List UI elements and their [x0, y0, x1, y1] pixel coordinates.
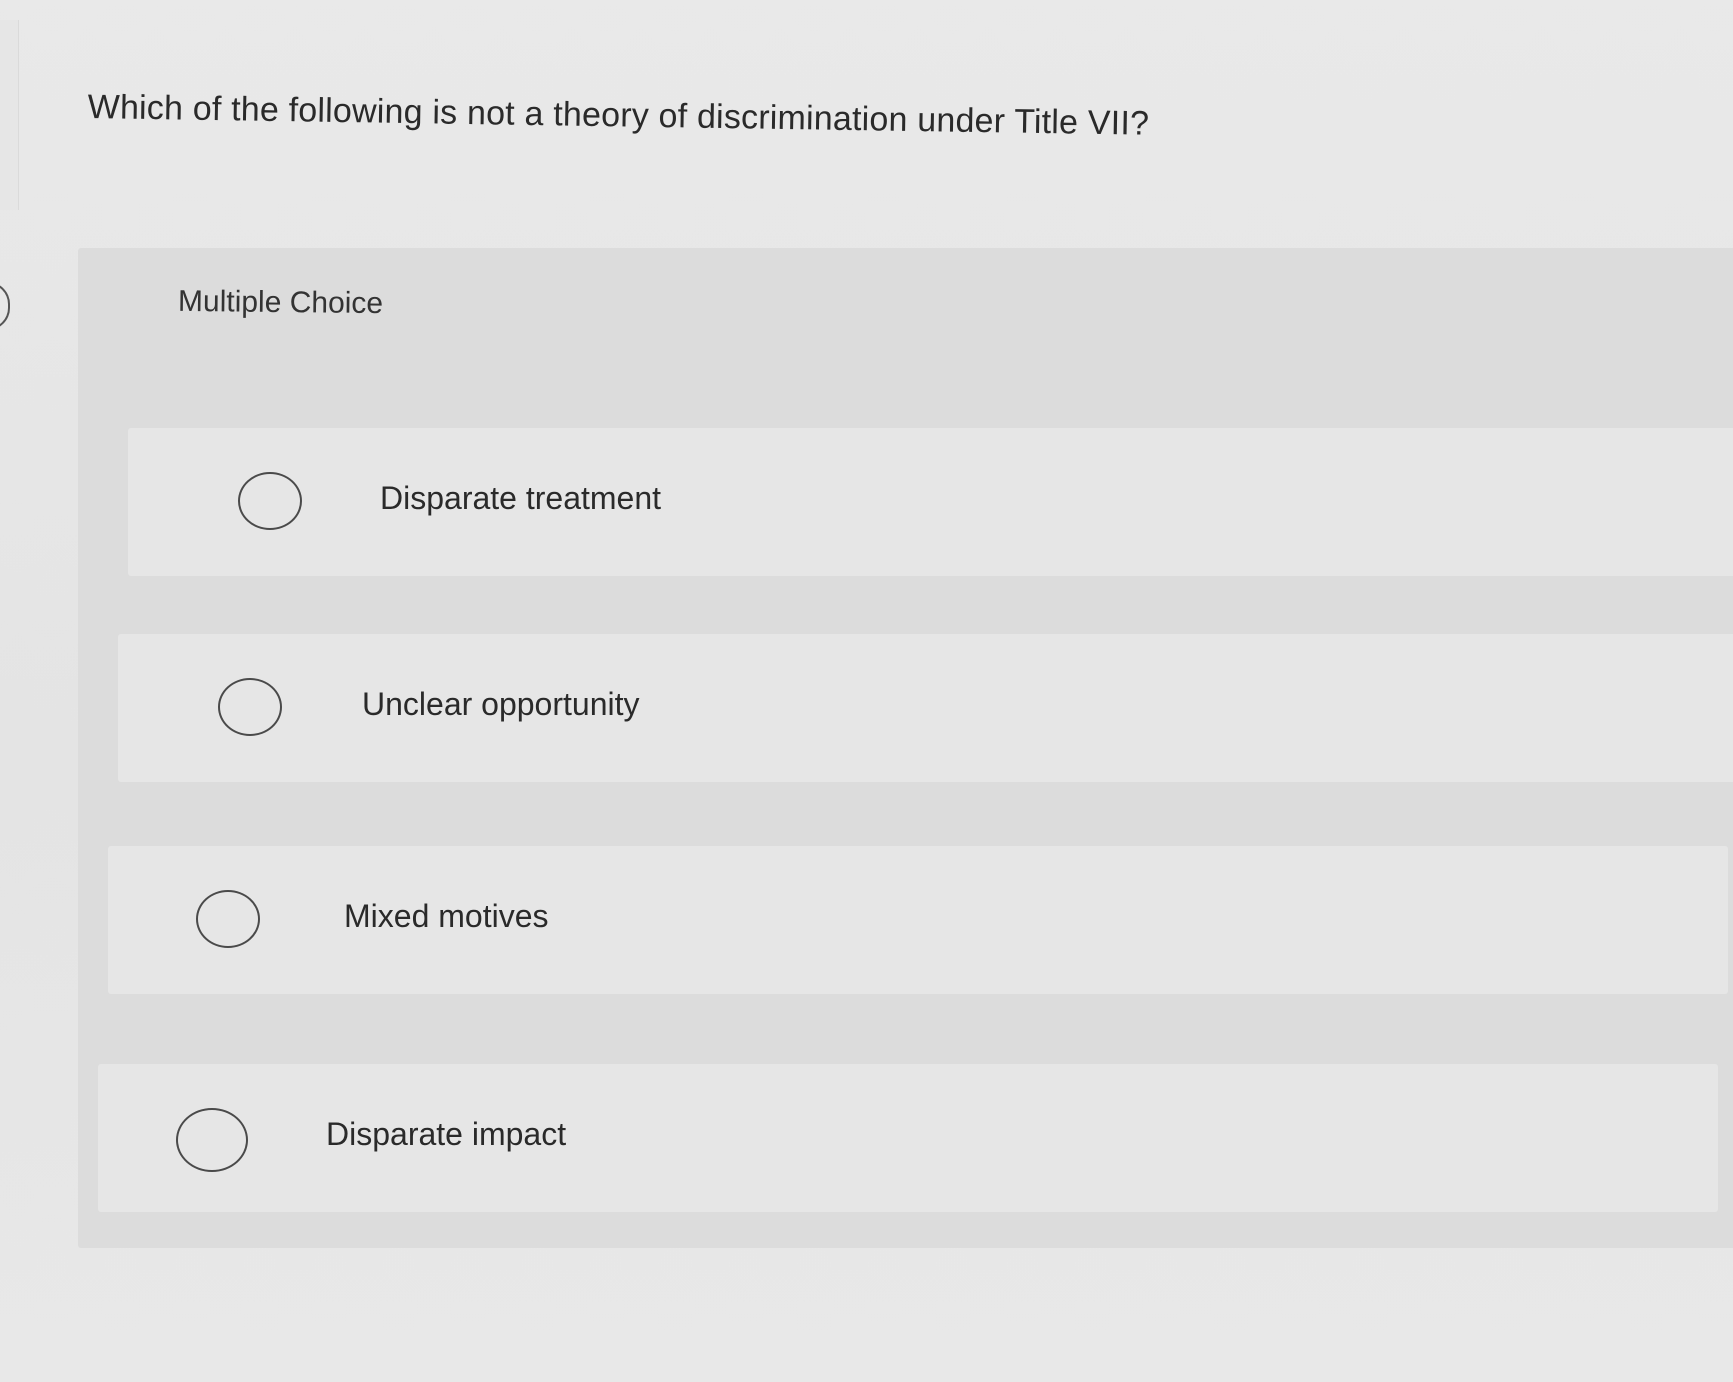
option-disparate-impact[interactable]: Disparate impact: [98, 1064, 1718, 1212]
option-label: Mixed motives: [344, 898, 549, 934]
option-label: Unclear opportunity: [362, 686, 640, 722]
left-sidebar-edge: [0, 20, 19, 210]
radio-unchecked-icon[interactable]: [238, 472, 302, 530]
multiple-choice-panel: Multiple Choice Disparate treatment Uncl…: [78, 248, 1733, 1248]
radio-unchecked-icon[interactable]: [176, 1108, 248, 1172]
sidebar-toggle-tab[interactable]: [0, 282, 10, 330]
option-mixed-motives[interactable]: Mixed motives: [108, 846, 1728, 994]
option-label: Disparate impact: [326, 1116, 567, 1152]
radio-unchecked-icon[interactable]: [196, 890, 260, 948]
quiz-page: Which of the following is not a theory o…: [0, 0, 1733, 1382]
option-label: Disparate treatment: [380, 480, 662, 516]
multiple-choice-label: Multiple Choice: [177, 284, 384, 321]
option-disparate-treatment[interactable]: Disparate treatment: [128, 428, 1733, 576]
radio-unchecked-icon[interactable]: [218, 678, 282, 736]
question-text: Which of the following is not a theory o…: [87, 88, 1150, 143]
option-unclear-opportunity[interactable]: Unclear opportunity: [118, 634, 1733, 782]
